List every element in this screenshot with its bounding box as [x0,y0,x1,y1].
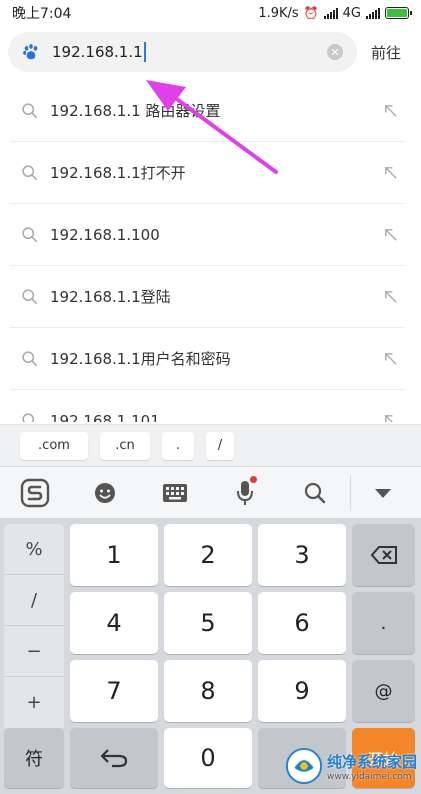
search-icon [10,102,48,119]
backspace-icon [370,546,397,564]
search-icon [10,226,48,243]
at-key[interactable]: @ [352,660,415,722]
symbol-mode-key[interactable]: 符 [4,728,64,788]
notification-dot-icon [250,475,257,483]
suggestion-text: 192.168.1.1 路由器设置 [50,102,221,120]
domain-shortcut-bar: .com .cn . / [0,424,421,466]
symbol-key-plus[interactable]: + [4,677,64,728]
signal-icon-2 [366,7,380,19]
suggestion-list: 192.168.1.1 路由器设置 192.168.1.1打不开 192.168… [10,80,405,422]
suggestion-text: 192.168.1.101 [50,411,160,423]
watermark-url: www.yidaimei.com [327,771,412,782]
status-bar: 晚上7:04 1.9K/s ⏰ 4G [0,0,421,26]
key-9[interactable]: 9 [258,660,346,722]
keyboard-icon[interactable] [140,467,210,519]
sogou-logo-icon[interactable] [0,467,70,519]
baidu-paw-icon [23,44,38,60]
network-type: 4G [342,5,361,21]
symbol-key-slash[interactable]: / [4,575,64,626]
key-8[interactable]: 8 [164,660,252,722]
domain-key-slash[interactable]: / [206,431,234,460]
search-input[interactable]: 192.168.1.1 ✕ [8,32,357,72]
watermark-logo-icon [285,747,323,785]
collapse-keyboard-icon[interactable] [351,467,415,519]
return-key[interactable] [70,728,158,788]
fill-arrow-icon[interactable] [375,413,405,422]
search-row: 192.168.1.1 ✕ 前往 [0,30,421,74]
text-caret [143,42,146,62]
suggestion-item[interactable]: 192.168.1.1用户名和密码 [10,328,405,390]
domain-key-com[interactable]: .com [20,431,88,460]
key-7[interactable]: 7 [70,660,158,722]
status-time: 晚上7:04 [12,6,72,22]
symbol-column: % / − + [4,524,64,730]
fill-arrow-icon[interactable] [375,227,405,242]
search-icon [10,350,48,367]
suggestion-text: 192.168.1.1打不开 [50,164,186,182]
watermark: 纯净系统家园 www.yidaimei.com [285,742,419,790]
domain-key-dot[interactable]: . [162,431,194,460]
key-4[interactable]: 4 [70,592,158,654]
search-icon [10,164,48,181]
return-arrow-icon [100,749,128,768]
keyboard-toolbar [0,466,421,518]
suggestion-item[interactable]: 192.168.1.101 [10,390,405,422]
watermark-title: 纯净系统家园 [327,752,418,771]
search-query[interactable]: 192.168.1.1 [52,42,327,62]
key-2[interactable]: 2 [164,524,252,586]
alarm-icon: ⏰ [303,6,319,20]
suggestion-text: 192.168.1.1登陆 [50,288,171,306]
symbol-key-percent[interactable]: % [4,524,64,575]
symbol-key-minus[interactable]: − [4,626,64,677]
key-3[interactable]: 3 [258,524,346,586]
suggestion-item[interactable]: 192.168.1.100 [10,204,405,266]
battery-icon [385,7,412,19]
microphone-icon[interactable] [210,467,280,519]
backspace-key[interactable] [352,524,415,586]
suggestion-item[interactable]: 192.168.1.1登陆 [10,266,405,328]
go-button[interactable]: 前往 [359,42,413,63]
key-6[interactable]: 6 [258,592,346,654]
search-icon [10,412,48,422]
suggestion-text: 192.168.1.1用户名和密码 [50,350,231,368]
fill-arrow-icon[interactable] [375,165,405,180]
search-query-text: 192.168.1.1 [52,43,143,61]
clear-icon[interactable]: ✕ [327,44,343,60]
dot-key[interactable]: . [352,592,415,654]
search-icon [10,288,48,305]
suggestion-item[interactable]: 192.168.1.1打不开 [10,142,405,204]
net-speed: 1.9K/s [258,5,299,21]
fill-arrow-icon[interactable] [375,103,405,118]
status-indicators: 1.9K/s ⏰ 4G [258,5,412,21]
emoji-icon[interactable] [70,467,140,519]
fill-arrow-icon[interactable] [375,351,405,366]
signal-icon [323,7,338,19]
suggestion-item[interactable]: 192.168.1.1 路由器设置 [10,80,405,142]
keyboard-search-icon[interactable] [280,467,350,519]
key-0[interactable]: 0 [164,728,252,788]
fill-arrow-icon[interactable] [375,289,405,304]
domain-key-cn[interactable]: .cn [100,431,150,460]
key-1[interactable]: 1 [70,524,158,586]
key-5[interactable]: 5 [164,592,252,654]
suggestion-text: 192.168.1.100 [50,225,160,244]
